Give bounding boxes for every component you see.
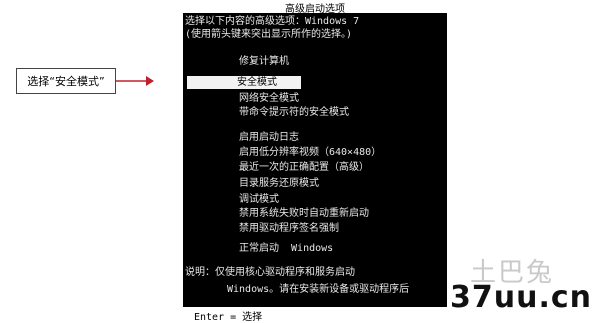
option-safe-mode-networking[interactable]: 网络安全模式 bbox=[239, 92, 299, 105]
option-safe-mode-label: 安全模式 bbox=[237, 77, 277, 88]
option-start-normally[interactable]: 正常启动 Windows bbox=[239, 242, 333, 255]
option-debugging-mode[interactable]: 调试模式 bbox=[239, 193, 279, 206]
intro-line-1: 选择以下内容的高级选项：Windows 7 bbox=[185, 16, 360, 27]
option-disable-auto-restart[interactable]: 禁用系统失败时自动重新启动 bbox=[239, 207, 369, 220]
description-line-2: Windows。请在安装新设备或驱动程序后 bbox=[227, 284, 410, 295]
callout-label: 选择“安全模式” bbox=[16, 68, 116, 94]
footer-hint: Enter = 选择 bbox=[194, 312, 263, 323]
repair-computer-option[interactable]: 修复计算机 bbox=[239, 55, 289, 68]
boot-options-screen: 选择以下内容的高级选项：Windows 7 (使用箭头键来突出显示所作的选择。)… bbox=[183, 13, 447, 307]
watermark-bottom: 37uu.cn bbox=[450, 280, 592, 315]
arrow-right-icon bbox=[116, 76, 154, 86]
option-safe-mode[interactable]: 安全模式 bbox=[187, 76, 301, 89]
option-disable-driver-signature[interactable]: 禁用驱动程序签名强制 bbox=[239, 222, 339, 235]
option-low-res-video[interactable]: 启用低分辨率视频（640×480） bbox=[239, 146, 381, 159]
option-boot-logging[interactable]: 启用启动日志 bbox=[239, 131, 299, 144]
option-safe-mode-command-prompt[interactable]: 带命令提示符的安全模式 bbox=[239, 106, 349, 119]
option-last-known-good[interactable]: 最近一次的正确配置（高级） bbox=[239, 161, 369, 174]
intro-line-2: (使用箭头键来突出显示所作的选择。) bbox=[185, 29, 353, 40]
option-directory-services-restore[interactable]: 目录服务还原模式 bbox=[239, 177, 319, 190]
description-line-1: 说明：仅使用核心驱动程序和服务启动 bbox=[185, 267, 355, 278]
